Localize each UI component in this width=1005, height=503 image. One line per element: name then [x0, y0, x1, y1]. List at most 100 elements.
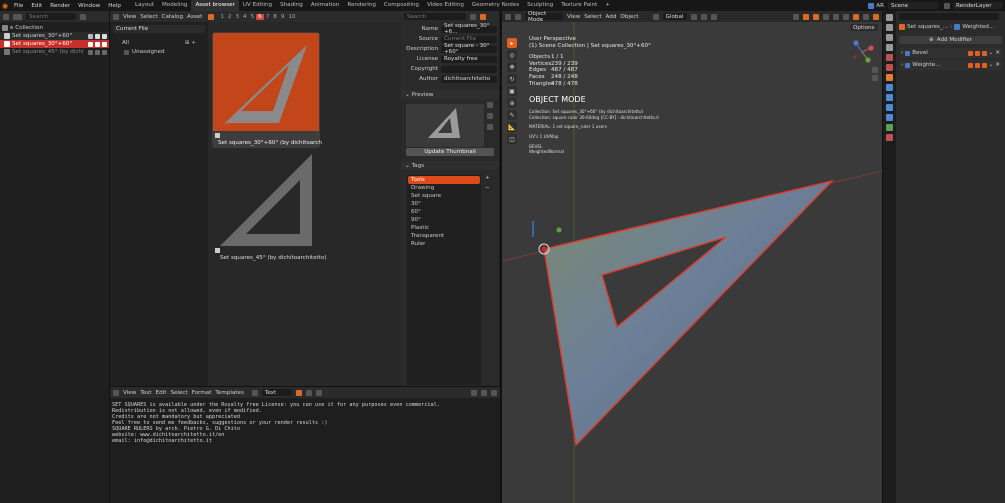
snap-icon[interactable]: [700, 13, 707, 20]
scene-tab-icon[interactable]: [885, 54, 893, 61]
text-datablock-selector[interactable]: Text: [261, 389, 292, 396]
annotate-tool-icon[interactable]: ✎: [507, 110, 517, 120]
author-input[interactable]: dichitoarchitetto: [441, 75, 497, 83]
blender-logo-icon[interactable]: ◉: [0, 0, 10, 11]
tag-item[interactable]: 60°: [408, 208, 480, 216]
render-tab-icon[interactable]: [885, 24, 893, 31]
material-tab-icon[interactable]: [885, 134, 893, 141]
tab-modeling[interactable]: Modeling: [158, 0, 191, 11]
properties-search-input[interactable]: [899, 13, 999, 20]
filter-icon[interactable]: [13, 13, 22, 20]
tag-item[interactable]: 90°: [408, 216, 480, 224]
solid-shading-icon[interactable]: [843, 13, 849, 20]
eye-icon[interactable]: [95, 41, 100, 47]
zoom-icon[interactable]: [872, 67, 878, 73]
edit-mode-icon[interactable]: [967, 62, 973, 68]
new-text-icon[interactable]: [295, 389, 302, 396]
move-tool-icon[interactable]: ✥: [507, 62, 517, 72]
modifier-weighted-normal[interactable]: › Weighte... ⌄ ✕: [899, 60, 1002, 70]
tab-uv-editing[interactable]: UV Editing: [239, 0, 276, 11]
expand-chevron-icon[interactable]: ›: [901, 62, 903, 68]
object-tab-icon[interactable]: [885, 74, 893, 81]
frame-number[interactable]: 5: [249, 14, 257, 20]
tab-texture-paint[interactable]: Texture Paint: [557, 0, 601, 11]
viewport-toggle-icon[interactable]: [974, 50, 980, 56]
particles-tab-icon[interactable]: [885, 94, 893, 101]
gizmo-icon[interactable]: [803, 13, 809, 20]
scene-collection-row[interactable]: e Collection: [0, 24, 109, 32]
frame-number[interactable]: 8: [271, 14, 279, 20]
divider[interactable]: [500, 11, 502, 503]
catalog-all-row[interactable]: All ⊞ +: [110, 40, 208, 46]
tag-item[interactable]: Drawing: [408, 184, 480, 192]
divider[interactable]: [882, 11, 883, 503]
render-toggle-icon[interactable]: [981, 50, 987, 56]
frame-number[interactable]: 3: [233, 14, 241, 20]
frame-number[interactable]: 9: [279, 14, 287, 20]
checkbox-icon[interactable]: [88, 33, 93, 39]
license-input[interactable]: Royalty free: [441, 55, 497, 63]
tab-layout[interactable]: Layout: [131, 0, 158, 11]
tag-item[interactable]: Set square: [408, 192, 480, 200]
folder-icon[interactable]: [487, 102, 493, 108]
preview-section-header[interactable]: ⌄ Preview: [401, 90, 499, 99]
rendered-shading-icon[interactable]: [863, 13, 869, 20]
catalog-unassigned-row[interactable]: Unassigned: [110, 49, 208, 55]
options-dropdown[interactable]: Options: [850, 24, 878, 31]
add-workspace-button[interactable]: +: [601, 0, 614, 11]
source-input[interactable]: Current File: [441, 35, 497, 43]
copyright-input[interactable]: [441, 65, 497, 73]
menu-view[interactable]: View: [123, 390, 136, 396]
navigation-gizmo[interactable]: [849, 39, 875, 65]
menu-add[interactable]: Add: [606, 14, 617, 20]
checkbox-icon[interactable]: [88, 41, 93, 47]
tags-section-header[interactable]: ⌄ Tags: [401, 161, 499, 170]
edit-mode-icon[interactable]: [967, 50, 973, 56]
remove-tag-button[interactable]: −: [485, 185, 490, 191]
close-icon[interactable]: ✕: [995, 50, 1000, 56]
filter-icon[interactable]: [470, 13, 476, 20]
pan-icon[interactable]: [872, 75, 878, 81]
visibility-icon[interactable]: [793, 13, 799, 20]
pivot-icon[interactable]: [690, 13, 697, 20]
tool-tab-icon[interactable]: [885, 14, 893, 21]
tab-geometry-nodes[interactable]: Geometry Nodes: [468, 0, 523, 11]
asset-tile[interactable]: Set squares_45° (by dichitoarchitetto): [212, 150, 327, 266]
render-toggle-icon[interactable]: [981, 62, 987, 68]
menu-view[interactable]: View: [123, 14, 136, 20]
editor-type-icon[interactable]: [113, 13, 119, 20]
outliner-item[interactable]: Set squares_45° (by dichi: [0, 48, 109, 56]
syntax-icon[interactable]: [491, 389, 497, 396]
view-layer-tab-icon[interactable]: [885, 44, 893, 51]
menu-select[interactable]: Select: [140, 14, 157, 20]
modifier-name[interactable]: Bevel: [912, 50, 965, 56]
menu-edit[interactable]: Edit: [27, 3, 46, 9]
text-datablock-icon[interactable]: [251, 389, 258, 396]
physics-tab-icon[interactable]: [885, 104, 893, 111]
update-thumbnail-button[interactable]: Update Thumbnail: [406, 148, 494, 156]
tag-item[interactable]: Ruler: [408, 240, 480, 248]
menu-catalog[interactable]: Catalog: [162, 14, 183, 20]
overlay-icon[interactable]: [813, 13, 819, 20]
chevron-down-icon[interactable]: [487, 124, 493, 130]
chevron-down-icon[interactable]: ⌄: [989, 62, 994, 68]
output-tab-icon[interactable]: [885, 34, 893, 41]
tag-item[interactable]: Plastic: [408, 224, 480, 232]
frame-number[interactable]: 2: [226, 14, 234, 20]
menu-render[interactable]: Render: [46, 3, 74, 9]
measure-tool-icon[interactable]: 📐: [507, 122, 517, 132]
word-wrap-icon[interactable]: [481, 389, 487, 396]
divider[interactable]: [110, 386, 500, 387]
eye-icon[interactable]: [95, 49, 100, 55]
modifier-tab-icon[interactable]: [885, 84, 893, 91]
outliner-item[interactable]: Set squares_30°+60°: [0, 32, 109, 40]
modifier-bevel[interactable]: › Bevel ⌄ ✕: [899, 48, 1002, 58]
add-tag-button[interactable]: +: [485, 175, 490, 181]
editor-type-icon[interactable]: [3, 13, 9, 20]
line-numbers-icon[interactable]: [471, 389, 477, 396]
tab-rendering[interactable]: Rendering: [343, 0, 380, 11]
add-cube-tool-icon[interactable]: ◫: [507, 134, 517, 144]
tab-animation[interactable]: Animation: [307, 0, 344, 11]
editor-type-icon[interactable]: [113, 389, 119, 396]
tab-shading[interactable]: Shading: [276, 0, 307, 11]
